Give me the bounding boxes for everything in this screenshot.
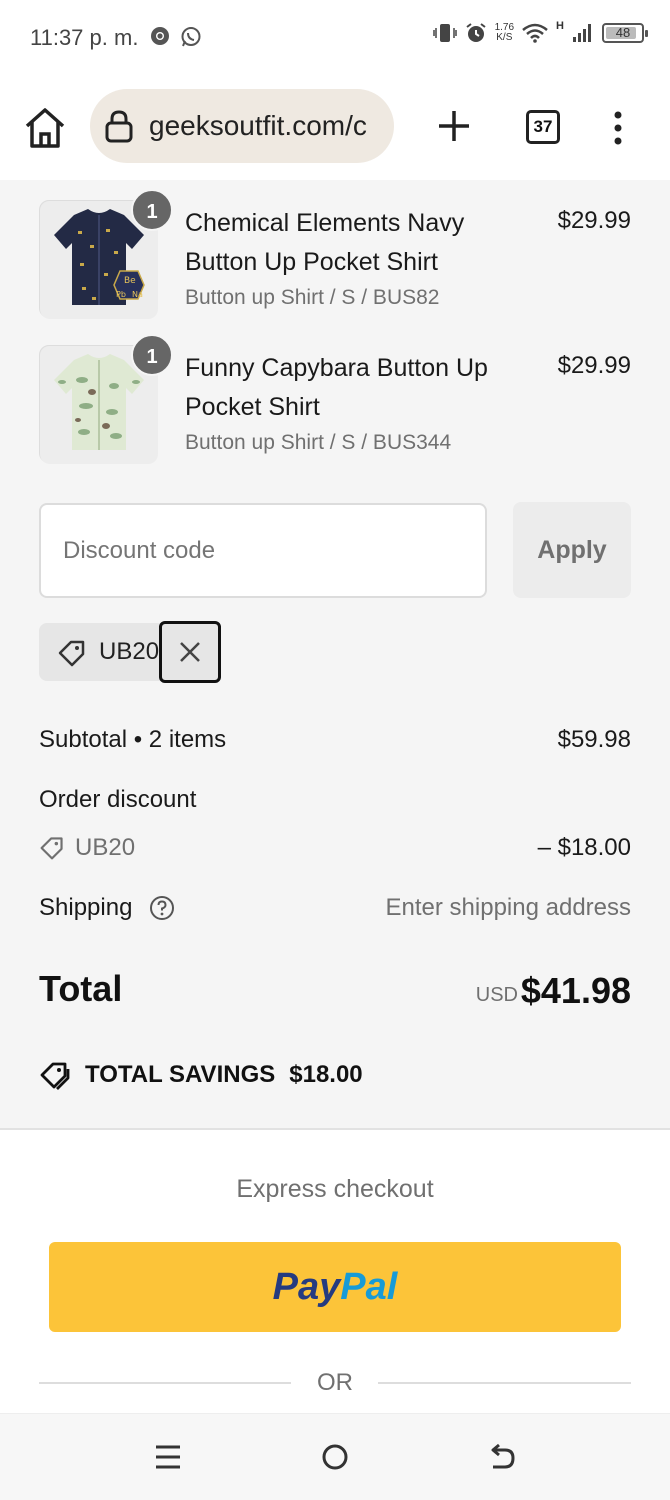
shipping-label: Shipping [39, 894, 133, 921]
order-summary: Be Na Pb 1 Chemical Elements Navy Button… [0, 180, 670, 1130]
home-nav-icon[interactable] [318, 1440, 352, 1474]
battery-level: 48 [615, 25, 631, 40]
product-variant: Button up Shirt / S / BUS82 [185, 286, 440, 309]
applied-discount-chip: UB20 [39, 621, 221, 683]
product-image-chemical-shirt: Be Na Pb 1 [39, 189, 173, 319]
total-amount: $41.98 [520, 970, 631, 1011]
subtotal-value: $59.98 [557, 726, 631, 753]
product-variant: Button up Shirt / S / BUS344 [185, 431, 452, 454]
paypal-button[interactable]: PayPal [49, 1242, 621, 1332]
subtotal-label: Subtotal • 2 items [39, 726, 227, 753]
whatsapp-icon [181, 27, 201, 47]
url-bar[interactable]: geeksoutfit.com/c [90, 89, 394, 163]
battery-icon: 48 [602, 23, 648, 43]
home-icon[interactable] [22, 106, 68, 150]
product-name: Funny Capybara Button Up Pocket Shirt [185, 354, 488, 421]
network-type: H [556, 20, 564, 32]
total-label: Total [39, 968, 123, 1009]
recent-apps-icon[interactable] [151, 1440, 185, 1474]
system-navigation-bar [0, 1413, 670, 1500]
paypal-logo-part2: Pal [340, 1266, 398, 1308]
help-icon[interactable] [149, 895, 175, 921]
discount-value: – $18.00 [537, 834, 631, 861]
total-savings: TOTAL SAVINGS $18.00 [39, 1060, 363, 1090]
tag-icon [40, 837, 63, 860]
svg-text:Pb: Pb [116, 290, 126, 299]
cart-item: Be Na Pb 1 Chemical Elements Navy Button… [39, 189, 631, 320]
vibrate-icon [432, 24, 457, 42]
signal-icon [573, 24, 591, 42]
shipping-row: Shipping Enter shipping address [39, 894, 631, 922]
status-bar: 11:37 p. m. 1.76 K/S H 48 [0, 0, 670, 76]
close-icon[interactable] [162, 624, 218, 680]
savings-tag-icon [40, 1062, 70, 1090]
net-speed-unit: K/S [496, 32, 513, 43]
savings-label: TOTAL SAVINGS [85, 1061, 276, 1088]
wifi-icon [522, 23, 548, 43]
back-icon[interactable] [485, 1440, 519, 1474]
total-currency: USD [475, 984, 518, 1006]
shipping-value: Enter shipping address [385, 894, 631, 921]
tag-icon [58, 640, 85, 667]
order-discount-label: Order discount [39, 786, 197, 813]
quantity-badge: 1 [131, 334, 173, 376]
tab-switcher-button[interactable]: 37 [526, 110, 560, 144]
status-time: 11:37 p. m. [30, 25, 139, 50]
notification-icons [150, 26, 202, 48]
remove-discount-button[interactable] [159, 621, 221, 683]
product-image-capybara-shirt: 1 [39, 334, 173, 464]
svg-text:Be: Be [124, 276, 136, 286]
net-speed: 1.76 K/S [495, 23, 514, 43]
apply-discount-button[interactable]: Apply [513, 502, 631, 598]
paypal-logo: PayPal [49, 1242, 621, 1332]
paypal-logo-part1: Pay [272, 1266, 341, 1308]
alarm-icon [465, 23, 486, 42]
quantity-badge: 1 [131, 189, 173, 231]
order-discount-row: Order discount [39, 786, 631, 814]
product-price: $29.99 [557, 352, 631, 379]
url-text[interactable]: geeksoutfit.com/c [149, 110, 367, 142]
kebab-menu-icon[interactable] [610, 110, 626, 146]
chrome-icon [151, 27, 169, 45]
subtotal-row: Subtotal • 2 items $59.98 [39, 726, 631, 754]
discount-code-label: UB20 [75, 834, 136, 861]
lock-icon[interactable] [104, 109, 134, 143]
plus-icon[interactable] [436, 108, 472, 144]
express-checkout-title: Express checkout [236, 1175, 434, 1203]
svg-text:Na: Na [132, 290, 143, 299]
savings-value: $18.00 [289, 1061, 363, 1088]
divider-right [378, 1382, 631, 1384]
applied-code: UB20 [99, 638, 160, 665]
product-name: Chemical Elements Navy Button Up Pocket … [185, 209, 465, 276]
discount-code-input[interactable] [39, 503, 487, 598]
product-price: $29.99 [557, 207, 631, 234]
cart-item: 1 Funny Capybara Button Up Pocket Shirt … [39, 334, 631, 465]
browser-toolbar: geeksoutfit.com/c 37 [0, 76, 670, 180]
system-icons: 1.76 K/S H 48 [432, 20, 648, 44]
